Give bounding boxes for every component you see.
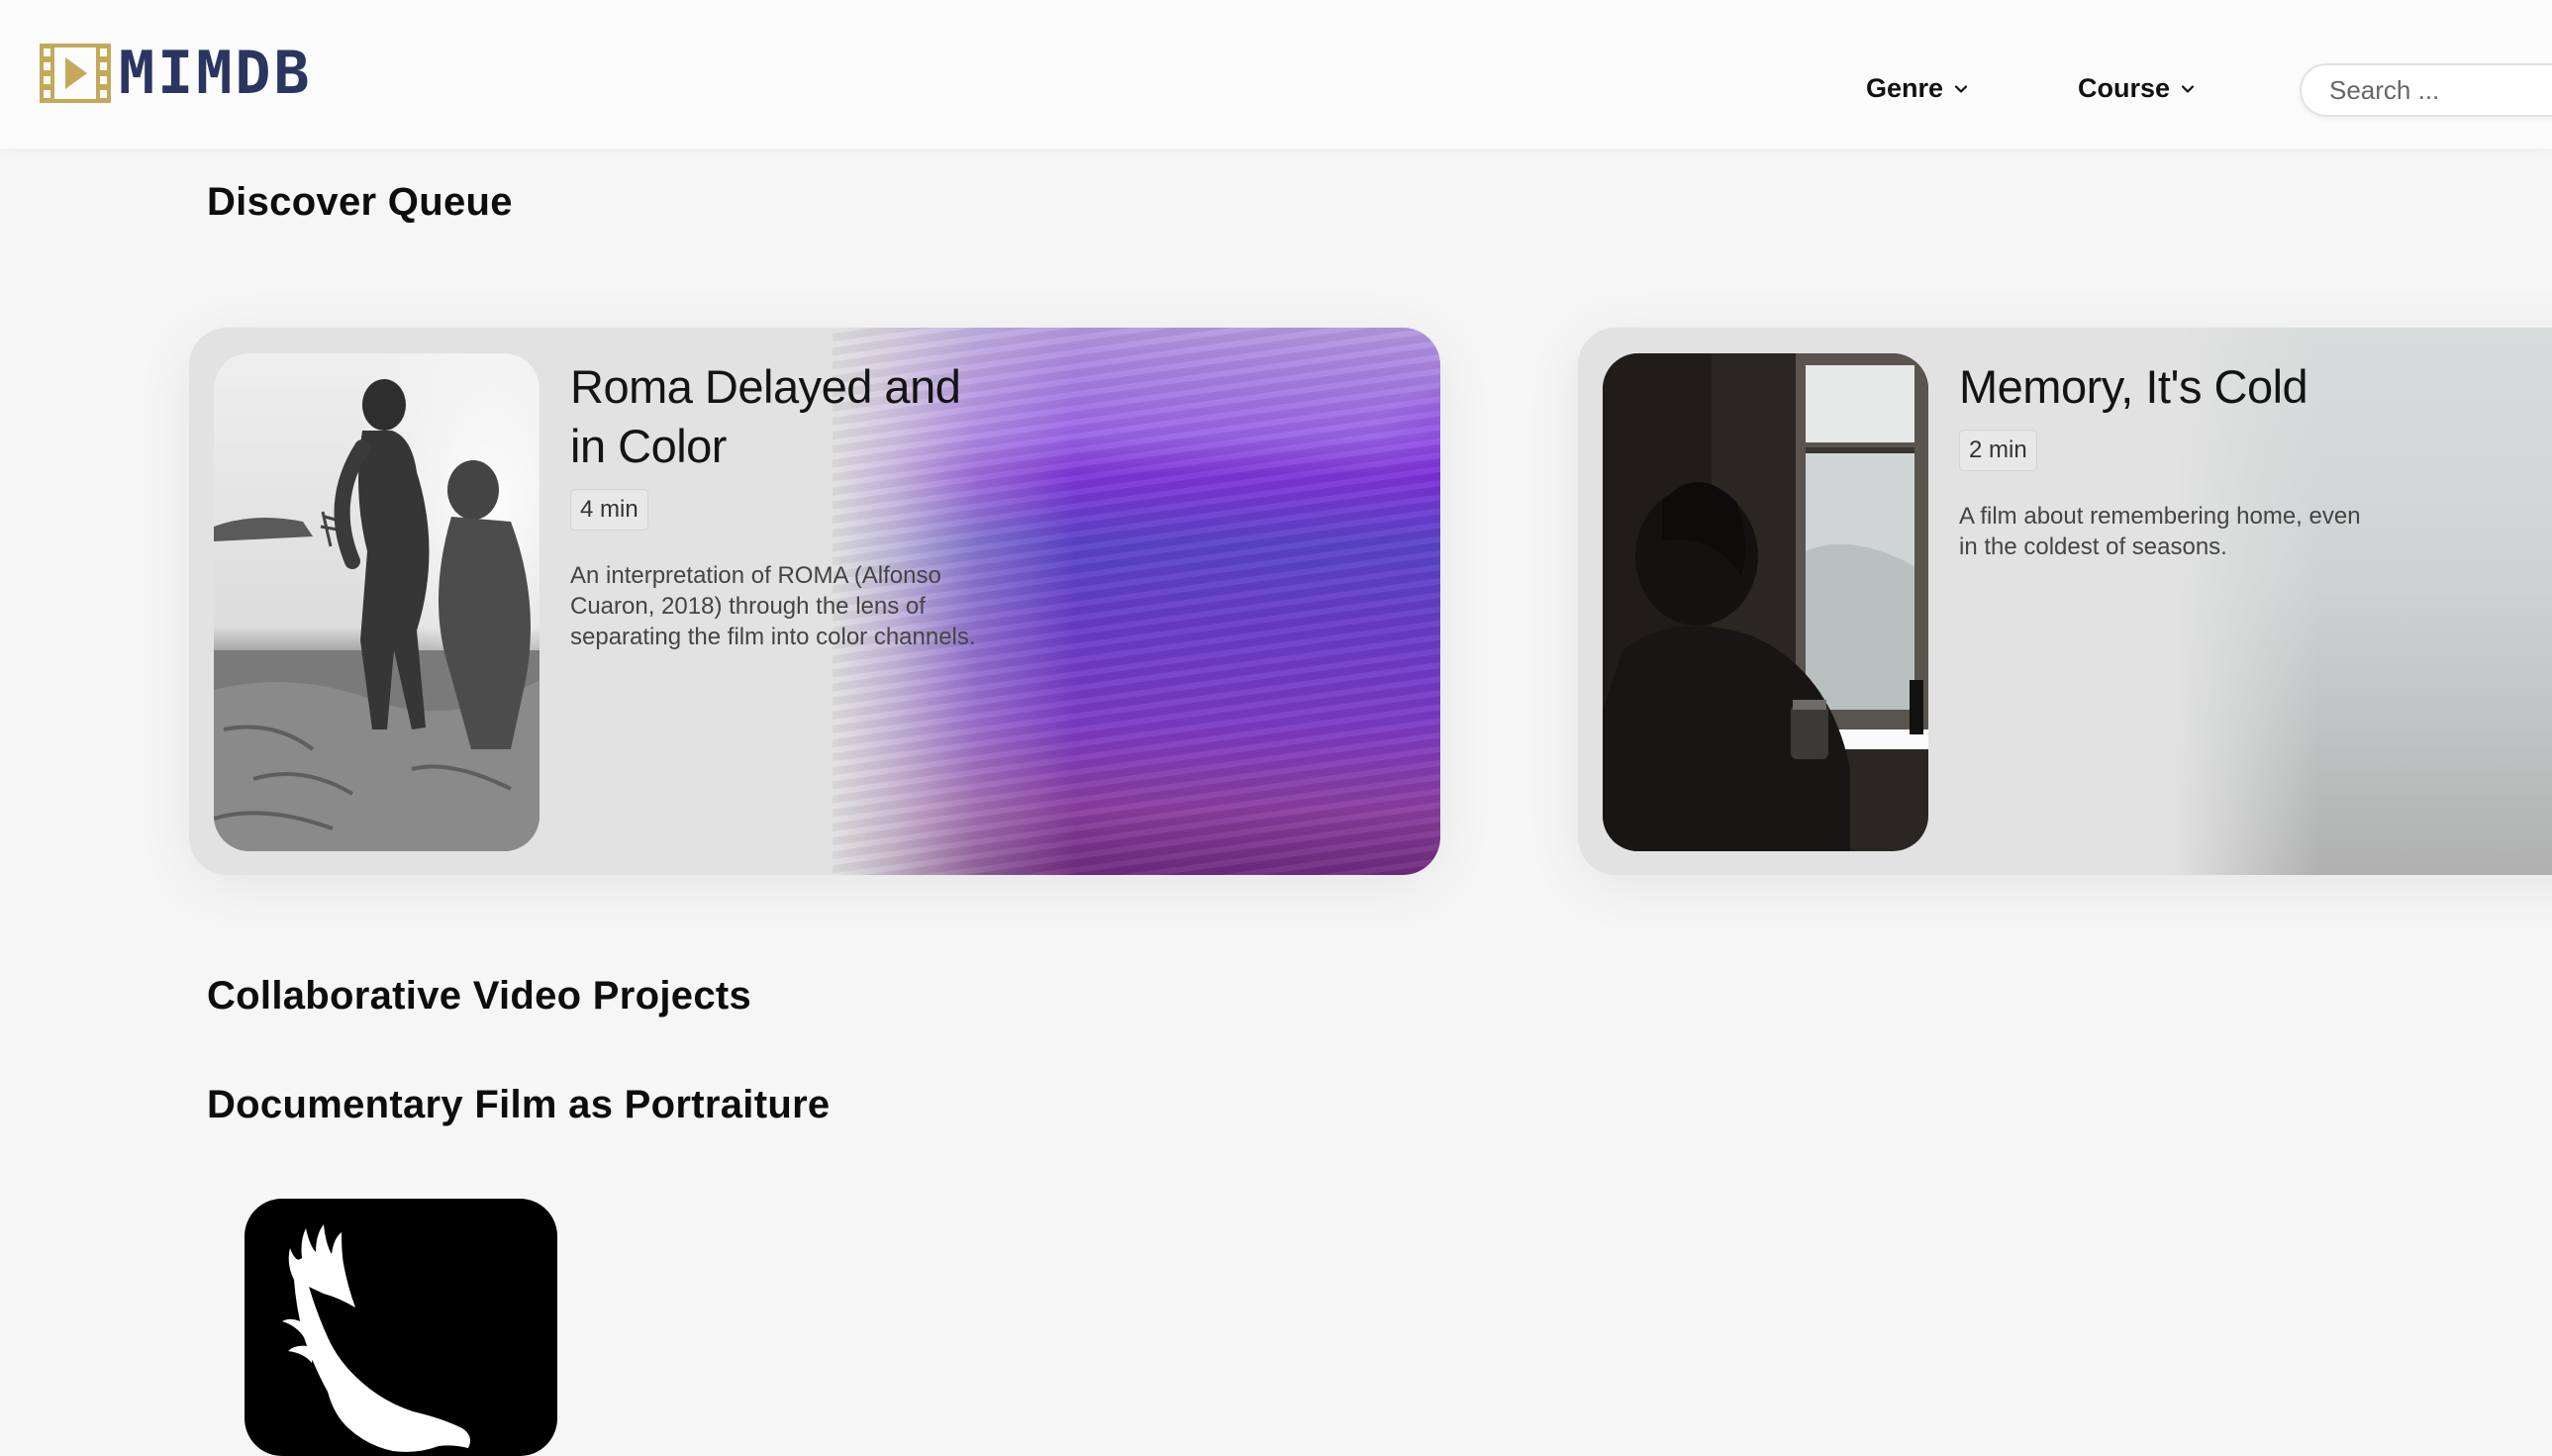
- card-description: An interpretation of ROMA (Alfonso Cuaro…: [570, 562, 976, 650]
- top-navbar: MIMDB Genre Course: [0, 0, 2552, 148]
- nav-genre-label: Genre: [1866, 73, 1944, 103]
- video-card[interactable]: Memory, It's Cold 2 min A film about rem…: [1578, 328, 2552, 875]
- chevron-down-icon: [1954, 84, 1968, 93]
- eagle-icon: [282, 1224, 470, 1452]
- poster-image: [214, 353, 540, 851]
- section-title-documentary-film-as-portraiture: Documentary Film as Portraiture: [207, 1083, 831, 1126]
- video-card[interactable]: Roma Delayed and in Color 4 min An inter…: [189, 328, 1440, 875]
- course-thumbnail[interactable]: [245, 1199, 557, 1456]
- card-title[interactable]: Roma Delayed and in Color: [570, 357, 1006, 476]
- logo-wordmark: MIMDB: [119, 39, 313, 108]
- poster-image: [1603, 353, 1928, 851]
- chevron-down-icon: [2181, 84, 2195, 93]
- film-play-icon: [40, 44, 111, 103]
- video-poster[interactable]: [214, 353, 540, 851]
- nav-genre-dropdown[interactable]: Genre: [1866, 73, 1969, 104]
- card-description: A film about remembering home, even in t…: [1959, 503, 2361, 560]
- site-logo[interactable]: MIMDB: [40, 44, 313, 103]
- video-poster[interactable]: [1603, 353, 1928, 851]
- nav-course-label: Course: [2078, 73, 2171, 103]
- section-title-discover-queue: Discover Queue: [207, 180, 513, 224]
- section-title-collaborative-video-projects: Collaborative Video Projects: [207, 974, 752, 1018]
- search-input[interactable]: [2300, 63, 2552, 117]
- nav-course-dropdown[interactable]: Course: [2078, 73, 2196, 104]
- duration-badge: 2 min: [1959, 430, 2037, 471]
- duration-badge: 4 min: [570, 489, 648, 531]
- card-title[interactable]: Memory, It's Cold: [1959, 357, 2552, 417]
